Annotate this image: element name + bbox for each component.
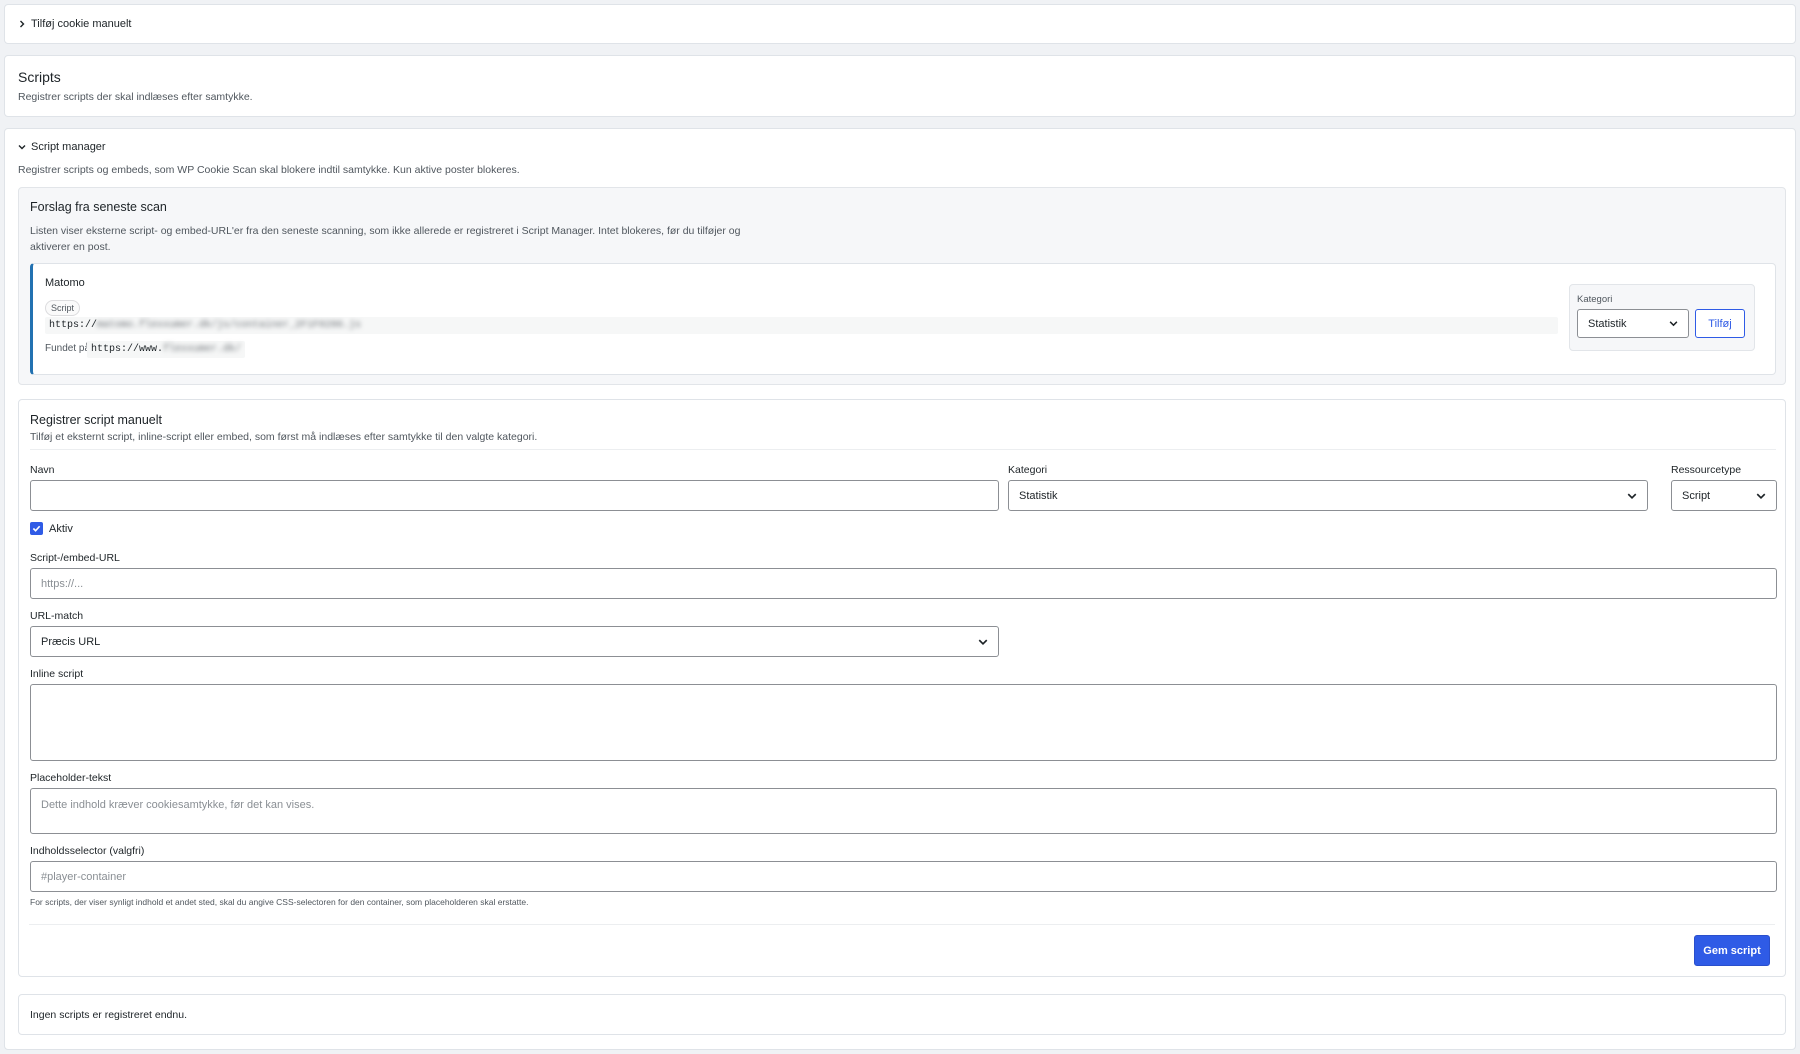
content-selector-help: For scripts, der viser synligt indhold e… [30,897,529,907]
url-match-select[interactable]: Præcis URL [30,626,999,657]
save-script-button[interactable]: Gem script [1694,935,1770,966]
suggestion-type-badge: Script [45,300,81,316]
manual-register-panel: Registrer script manuelt Tilføj et ekste… [18,399,1786,977]
add-cookie-toggle[interactable]: Tilføj cookie manuelt [18,18,131,30]
resource-type-label: Ressourcetype [1671,464,1742,476]
script-manager-description: Registrer scripts og embeds, som WP Cook… [18,164,520,176]
save-divider [29,924,1775,925]
chevron-right-icon [20,20,25,28]
add-cookie-toggle-label: Tilføj cookie manuelt [31,18,132,30]
resource-type-select[interactable]: Script [1671,480,1777,511]
suggestion-add-button[interactable]: Tilføj [1695,309,1745,338]
checkmark-icon [32,525,41,532]
content-selector-label: Indholdsselector (valgfri) [30,845,145,857]
manual-title: Registrer script manuelt [30,413,162,427]
suggestion-url: https://matomo.flexxumer.dk/js/container… [45,317,1558,334]
url-match-value: Præcis URL [41,635,101,648]
empty-state-text: Ingen scripts er registreret endnu. [30,1009,187,1021]
resource-type-value: Script [1682,489,1711,502]
suggestion-found-label: Fundet på [45,343,91,354]
suggestion-category-select[interactable]: Statistik [1577,309,1689,338]
suggestions-panel: Forslag fra seneste scan Listen viser ek… [18,187,1786,385]
suggestion-url-rest: matomo.flexxumer.dk/js/container_2F1F028… [97,320,362,331]
suggestion-category-label: Kategori [1577,294,1613,305]
chevron-down-icon [18,145,26,150]
name-label: Navn [30,464,55,476]
suggestions-title: Forslag fra seneste scan [30,200,167,214]
suggestion-item: Matomo Script https://matomo.flexxumer.d… [30,263,1776,375]
category-select-value: Statistik [1019,489,1058,502]
active-checkbox-row[interactable]: Aktiv [30,522,73,535]
manual-description: Tilføj et eksternt script, inline-script… [30,431,538,443]
suggestion-category-value: Statistik [1588,317,1627,330]
placeholder-text-textarea[interactable] [30,788,1777,834]
suggestions-description-line1: Listen viser eksterne script- og embed-U… [30,225,741,237]
suggestion-found-prefix: https://www. [91,344,164,355]
script-manager-card: Script manager Registrer scripts og embe… [4,128,1796,1050]
script-manager-toggle[interactable]: Script manager [18,141,106,153]
scripts-subtitle: Registrer scripts der skal indlæses efte… [18,91,253,103]
suggestion-found-url: https://www.flexxumer.dk/ [87,341,246,358]
placeholder-text-label: Placeholder-tekst [30,772,112,784]
manual-divider [30,449,1776,450]
chevron-down-icon [1756,493,1766,499]
category-label: Kategori [1008,464,1048,476]
suggestion-found-rest: flexxumer.dk/ [163,344,242,355]
name-input[interactable] [30,480,999,511]
suggestion-url-prefix: https:// [49,320,98,331]
add-cookie-card: Tilføj cookie manuelt [4,4,1796,44]
active-label: Aktiv [49,522,73,535]
chevron-down-icon [1627,493,1637,499]
url-label: Script-/embed-URL [30,552,120,564]
empty-state-panel: Ingen scripts er registreret endnu. [18,994,1786,1035]
scripts-title: Scripts [18,69,61,85]
inline-script-textarea[interactable] [30,684,1777,761]
inline-script-label: Inline script [30,668,84,680]
active-checkbox[interactable] [30,522,43,535]
category-select[interactable]: Statistik [1008,480,1648,511]
url-input[interactable] [30,568,1777,599]
suggestion-name: Matomo [45,277,85,289]
content-selector-input[interactable] [30,861,1777,892]
script-manager-toggle-label: Script manager [31,141,106,153]
chevron-down-icon [1669,321,1678,327]
chevron-down-icon [978,639,988,645]
suggestion-category-box: Kategori Statistik Tilføj [1569,284,1755,351]
url-match-label: URL-match [30,610,84,622]
suggestions-description-line2: aktiverer en post. [30,241,111,253]
scripts-header-card: Scripts Registrer scripts der skal indlæ… [4,55,1796,117]
